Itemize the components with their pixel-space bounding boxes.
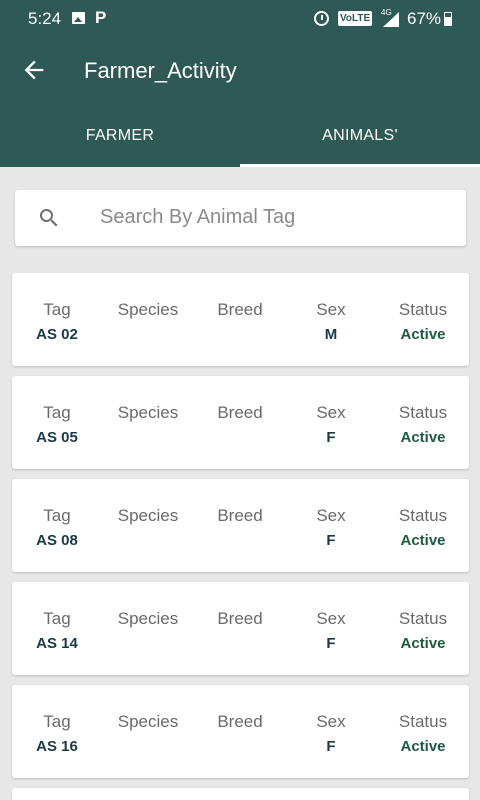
sex-value: F [326,738,336,755]
animal-card[interactable]: Tag Species Breed Sex Status AS 02 M Act… [12,273,469,366]
breed-label: Breed [217,300,263,319]
p-notification-icon: P [95,8,107,27]
animal-card[interactable]: Tag Species Breed Sex Status AS 16 F Act… [12,685,469,778]
search-input[interactable]: Search By Animal Tag [100,206,295,229]
tag-label: Tag [43,506,71,525]
tab-indicator [240,164,480,167]
sex-label: Sex [316,609,346,628]
tag-label: Tag [43,712,71,731]
tag-label: Tag [43,403,71,422]
species-label: Species [117,609,179,628]
status-label: Status [398,506,448,525]
status-value: Active [400,635,446,652]
status-value: Active [400,738,446,755]
tag-label: Tag [43,609,71,628]
status-bar: 5:24 P VoLTE 4G 67% [0,0,480,38]
image-notification-icon [72,12,85,24]
species-label: Species [117,300,179,319]
alarm-icon [314,11,329,26]
search-icon [40,209,58,227]
sex-label: Sex [316,403,346,422]
breed-label: Breed [217,506,263,525]
search-bar[interactable]: Search By Animal Tag [15,190,466,246]
tag-value: AS 14 [36,635,78,652]
species-label: Species [117,712,179,731]
species-label: Species [117,403,179,422]
sex-label: Sex [316,506,346,525]
tag-value: AS 05 [36,429,78,446]
animal-card[interactable]: Tag Species Breed Sex Status AS 05 F Act… [12,376,469,469]
status-label: Status [398,609,448,628]
species-label: Species [117,506,179,525]
signal-icon [383,12,399,27]
tab-animals[interactable]: ANIMALS' [240,104,480,167]
status-label: Status [398,712,448,731]
app-bar: Farmer_Activity [0,38,480,104]
status-time: 5:24 [28,9,62,28]
battery-percent: 67% [407,9,442,28]
animal-card[interactable]: Tag Species Breed Sex Status AS 08 F Act… [12,479,469,572]
status-value: Active [400,532,446,549]
tag-value: AS 08 [36,532,78,549]
breed-label: Breed [217,712,263,731]
animal-card[interactable]: Tag Species Breed Sex Status AS 14 F Act… [12,582,469,675]
tab-bar: FARMER ANIMALS' [0,104,480,167]
sex-label: Sex [316,300,346,319]
breed-label: Breed [217,609,263,628]
breed-label: Breed [217,403,263,422]
tag-label: Tag [43,300,71,319]
tag-value: AS 16 [36,738,78,755]
tag-value: AS 02 [36,326,78,343]
status-label: Status [398,403,448,422]
status-label: Status [398,300,448,319]
page-title: Farmer_Activity [84,58,237,83]
animal-card-partial[interactable] [12,788,469,800]
sex-value: M [324,326,338,343]
status-value: Active [400,429,446,446]
sex-label: Sex [316,712,346,731]
status-value: Active [400,326,446,343]
battery-icon [444,12,452,26]
sex-value: F [326,635,336,652]
sex-value: F [326,429,336,446]
sex-value: F [326,532,336,549]
tab-farmer[interactable]: FARMER [0,104,240,167]
volte-icon: VoLTE [338,11,373,26]
back-arrow-icon[interactable] [20,56,48,84]
